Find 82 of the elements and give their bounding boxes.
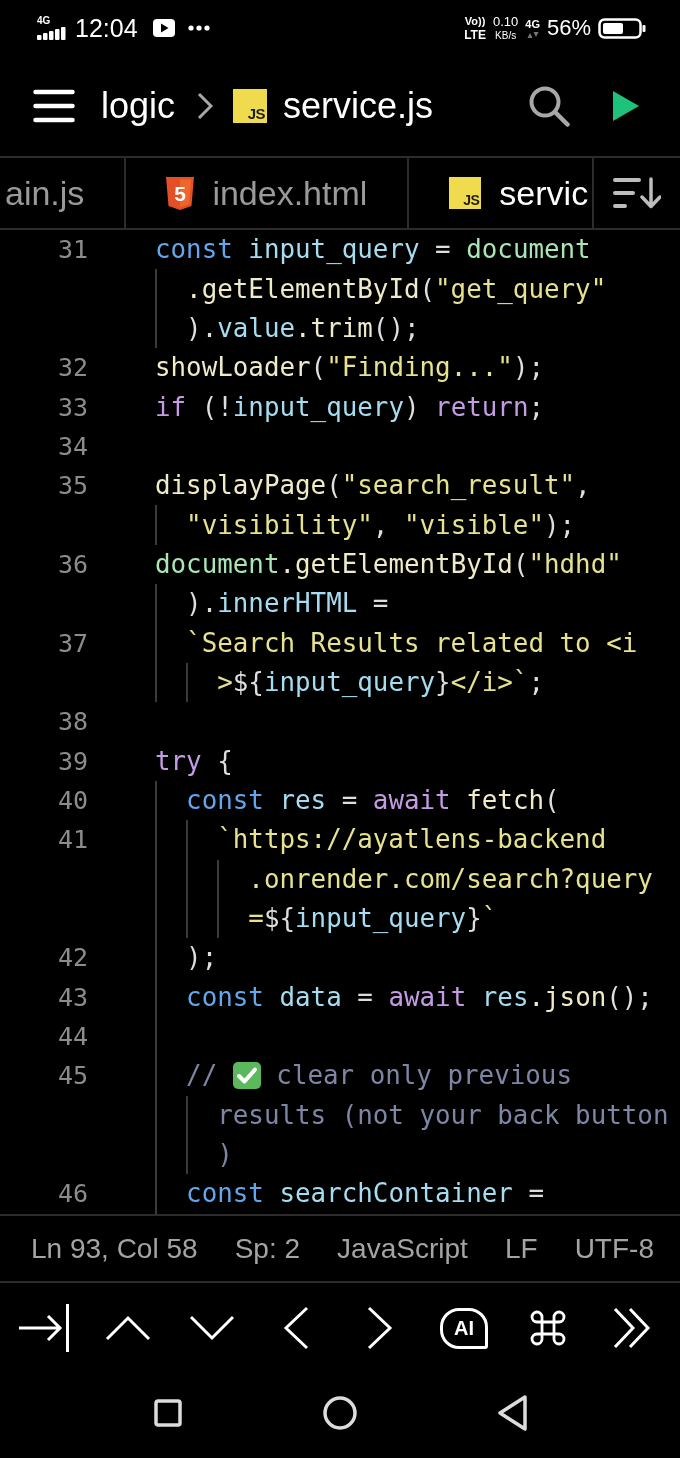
js-file-badge: JS bbox=[233, 89, 268, 123]
code-text: .getElementById("get_query" bbox=[186, 273, 607, 305]
code-text: const data = await res.json(); bbox=[186, 981, 653, 1013]
code-text: const searchContainer = bbox=[186, 1178, 544, 1210]
battery-icon bbox=[598, 17, 646, 39]
file-tab[interactable]: JS servic bbox=[409, 158, 594, 228]
clock: 12:04 bbox=[75, 15, 138, 41]
file-tab[interactable]: ain.js bbox=[0, 158, 127, 228]
line-number: 37 bbox=[57, 630, 88, 656]
double-chevron-icon[interactable] bbox=[613, 1307, 651, 1349]
network-label: 4G bbox=[37, 16, 51, 26]
code-text: ).value.trim(); bbox=[186, 312, 420, 344]
line-number: 44 bbox=[57, 1024, 88, 1050]
line-number: 40 bbox=[57, 788, 88, 813]
more-dots-icon bbox=[187, 25, 210, 31]
file-name: service.js bbox=[283, 88, 434, 124]
line-number: 36 bbox=[57, 551, 88, 577]
cursor-position: Ln 93, Col 58 bbox=[31, 1234, 198, 1263]
line-number: 31 bbox=[57, 237, 88, 263]
speed-unit: KB/s bbox=[495, 31, 517, 41]
code-text: document.getElementById("hdhd" bbox=[155, 548, 622, 580]
line-number: 43 bbox=[57, 984, 88, 1010]
data-speed: 0.10 bbox=[492, 15, 519, 28]
code-text: .onrender.com/search?query bbox=[248, 863, 653, 895]
html-file-badge: 5 bbox=[166, 176, 195, 210]
line-number: 39 bbox=[57, 748, 88, 774]
code-text: =${input_query}` bbox=[248, 903, 498, 934]
menu-icon[interactable] bbox=[33, 89, 75, 123]
code-text: showLoader("Finding..."); bbox=[155, 352, 544, 384]
chevron-left-icon[interactable] bbox=[283, 1306, 309, 1350]
line-number: 33 bbox=[57, 394, 88, 420]
indent-setting[interactable]: Sp: 2 bbox=[234, 1234, 301, 1263]
play-badge-icon bbox=[152, 19, 175, 37]
code-text: results (not your back button bbox=[217, 1099, 669, 1131]
volte-label: Vo)) bbox=[464, 15, 486, 27]
chevron-right-icon[interactable] bbox=[367, 1306, 393, 1350]
line-number: 42 bbox=[57, 945, 88, 971]
encoding[interactable]: UTF-8 bbox=[574, 1234, 654, 1263]
code-text: clear only previous bbox=[276, 1060, 572, 1092]
data-arrows-icon bbox=[526, 31, 539, 38]
code-text: displayPage("search_result", bbox=[155, 470, 591, 502]
check-icon bbox=[232, 1062, 261, 1090]
language-mode[interactable]: JavaScript bbox=[337, 1234, 468, 1263]
line-number: 46 bbox=[57, 1181, 88, 1207]
back-icon[interactable] bbox=[496, 1393, 528, 1432]
code-text: const input_query = document bbox=[155, 234, 591, 266]
line-number: 41 bbox=[57, 827, 88, 853]
js-file-badge: JS bbox=[449, 177, 482, 209]
search-icon[interactable] bbox=[528, 85, 570, 127]
line-number: 34 bbox=[57, 433, 88, 459]
line-number: 32 bbox=[57, 355, 88, 381]
line-number: 38 bbox=[57, 709, 88, 735]
code-text: const res = await fetch( bbox=[186, 785, 560, 816]
code-text: ).innerHTML = bbox=[186, 588, 389, 620]
play-icon[interactable] bbox=[612, 90, 640, 122]
battery-percent: 56% bbox=[546, 17, 591, 39]
file-tab[interactable]: 5 index.html bbox=[126, 158, 410, 228]
code-text: `https://ayatlens-backend bbox=[217, 824, 607, 856]
chevron-down-icon[interactable] bbox=[189, 1315, 235, 1341]
lte-label: LTE bbox=[464, 28, 486, 41]
home-icon[interactable] bbox=[323, 1395, 357, 1430]
code-text: // bbox=[186, 1060, 218, 1092]
code-text: "visibility", "visible"); bbox=[186, 509, 576, 541]
line-number: 45 bbox=[57, 1063, 88, 1089]
signal-icon bbox=[37, 27, 66, 40]
network-type: 4G bbox=[525, 18, 540, 30]
arrow-to-bar-icon[interactable] bbox=[18, 1303, 70, 1353]
code-text: ); bbox=[186, 942, 218, 974]
code-text: `Search Results related to <i bbox=[186, 627, 638, 659]
recents-icon[interactable] bbox=[154, 1398, 182, 1427]
line-ending[interactable]: LF bbox=[504, 1234, 538, 1263]
line-number: 35 bbox=[57, 473, 88, 499]
chevron-right-icon bbox=[197, 92, 214, 120]
chevron-up-icon[interactable] bbox=[105, 1315, 151, 1341]
command-icon[interactable] bbox=[530, 1310, 566, 1346]
code-text: if (!input_query) return; bbox=[155, 391, 544, 423]
code-text: try { bbox=[155, 745, 233, 777]
code-text: ) bbox=[217, 1139, 233, 1171]
ai-button[interactable]: AI bbox=[440, 1307, 488, 1349]
breadcrumb-folder[interactable]: logic bbox=[101, 88, 176, 124]
sort-icon[interactable] bbox=[613, 177, 661, 209]
code-text: >${input_query}</i>`; bbox=[217, 666, 544, 698]
